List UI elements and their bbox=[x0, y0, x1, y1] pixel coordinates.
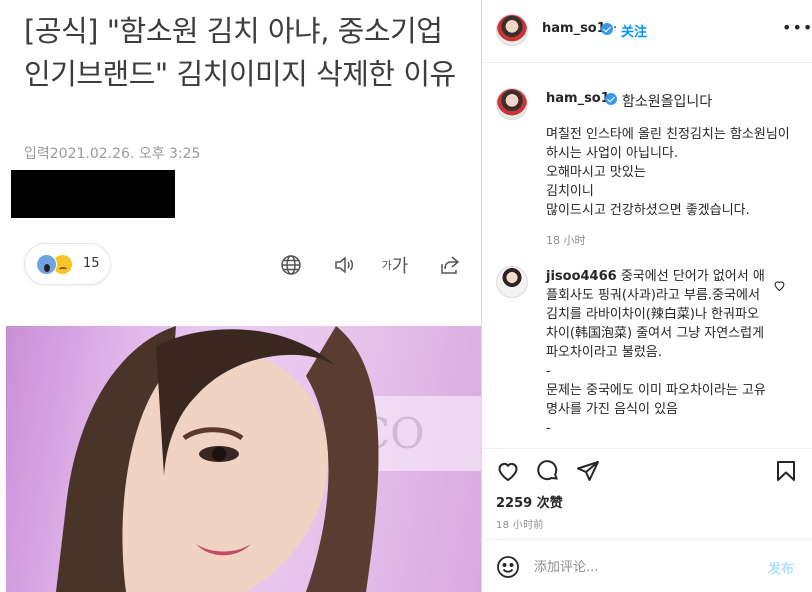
like-count[interactable]: 2259 次赞 bbox=[496, 492, 563, 511]
comment-like-heart-icon[interactable] bbox=[773, 277, 786, 292]
emoji-icon[interactable] bbox=[496, 555, 522, 581]
comment-text: 중국에선 단어가 없어서 애플회사도 핑궈(사과)라고 부름.중국에서 김치를 … bbox=[546, 269, 766, 436]
commenter-avatar[interactable] bbox=[496, 266, 528, 298]
caption-avatar[interactable] bbox=[496, 88, 528, 120]
caption-username[interactable]: ham_so1 bbox=[546, 91, 610, 106]
post-timestamp[interactable]: 18 小时前 bbox=[496, 516, 544, 531]
globe-icon[interactable] bbox=[278, 252, 304, 278]
caption-timestamp[interactable]: 18 小时 bbox=[546, 232, 586, 248]
heart-icon[interactable] bbox=[496, 459, 522, 485]
article-screenshot: [공식] "함소원 김치 아냐, 중소기업 인기브랜드" 김치이미지 삭제한 이… bbox=[0, 0, 481, 592]
font-size-button[interactable]: 가가 bbox=[381, 252, 409, 278]
comment-username[interactable]: jisoo4466 bbox=[546, 269, 617, 284]
caption-headline: 함소원올입니다 bbox=[622, 94, 713, 110]
post-comment-button[interactable]: 发布 bbox=[768, 558, 794, 577]
reaction-button[interactable]: 15 bbox=[24, 243, 111, 285]
speaker-icon[interactable] bbox=[331, 252, 357, 278]
caption-text: 며칠전 인스타에 올린 친정김치는 함소원님이 하시는 사업이 아닙니다. 오해… bbox=[546, 127, 790, 218]
caption-verified-badge-icon bbox=[605, 93, 617, 105]
redacted-block bbox=[11, 170, 175, 218]
instagram-panel: ham_so1 · 关注 ••• ham_so1 함소원올입니다 며칠전 인스타… bbox=[482, 0, 812, 592]
bookmark-icon[interactable] bbox=[774, 459, 800, 485]
post-header: ham_so1 · 关注 ••• bbox=[482, 0, 812, 63]
reaction-count: 15 bbox=[83, 256, 100, 271]
article-dateline: 입력2021.02.26. 오후 3:25 bbox=[24, 146, 201, 162]
actions-divider bbox=[482, 448, 812, 449]
send-icon[interactable] bbox=[576, 459, 602, 485]
author-avatar[interactable] bbox=[496, 14, 528, 46]
verified-badge-icon bbox=[601, 23, 613, 35]
article-headline: [공식] "함소원 김치 아냐, 중소기업 인기브랜드" 김치이미지 삭제한 이… bbox=[24, 14, 456, 91]
comment-input-divider bbox=[482, 539, 812, 540]
comment-input[interactable] bbox=[534, 555, 754, 579]
comment-item: jisoo4466 중국에선 단어가 없어서 애플회사도 핑궈(사과)라고 부름… bbox=[546, 267, 766, 438]
font-size-large-label: 가 bbox=[391, 256, 409, 277]
font-size-small-label: 가 bbox=[381, 259, 392, 272]
follow-button[interactable]: 关注 bbox=[621, 21, 647, 40]
header-separator: · bbox=[613, 21, 618, 36]
comment-icon[interactable] bbox=[536, 459, 562, 485]
author-username[interactable]: ham_so1 bbox=[542, 21, 606, 36]
more-icon[interactable]: ••• bbox=[782, 18, 812, 37]
scream-emoji-icon bbox=[36, 254, 57, 275]
article-photo: CO bbox=[6, 326, 481, 592]
share-icon[interactable] bbox=[437, 252, 463, 278]
